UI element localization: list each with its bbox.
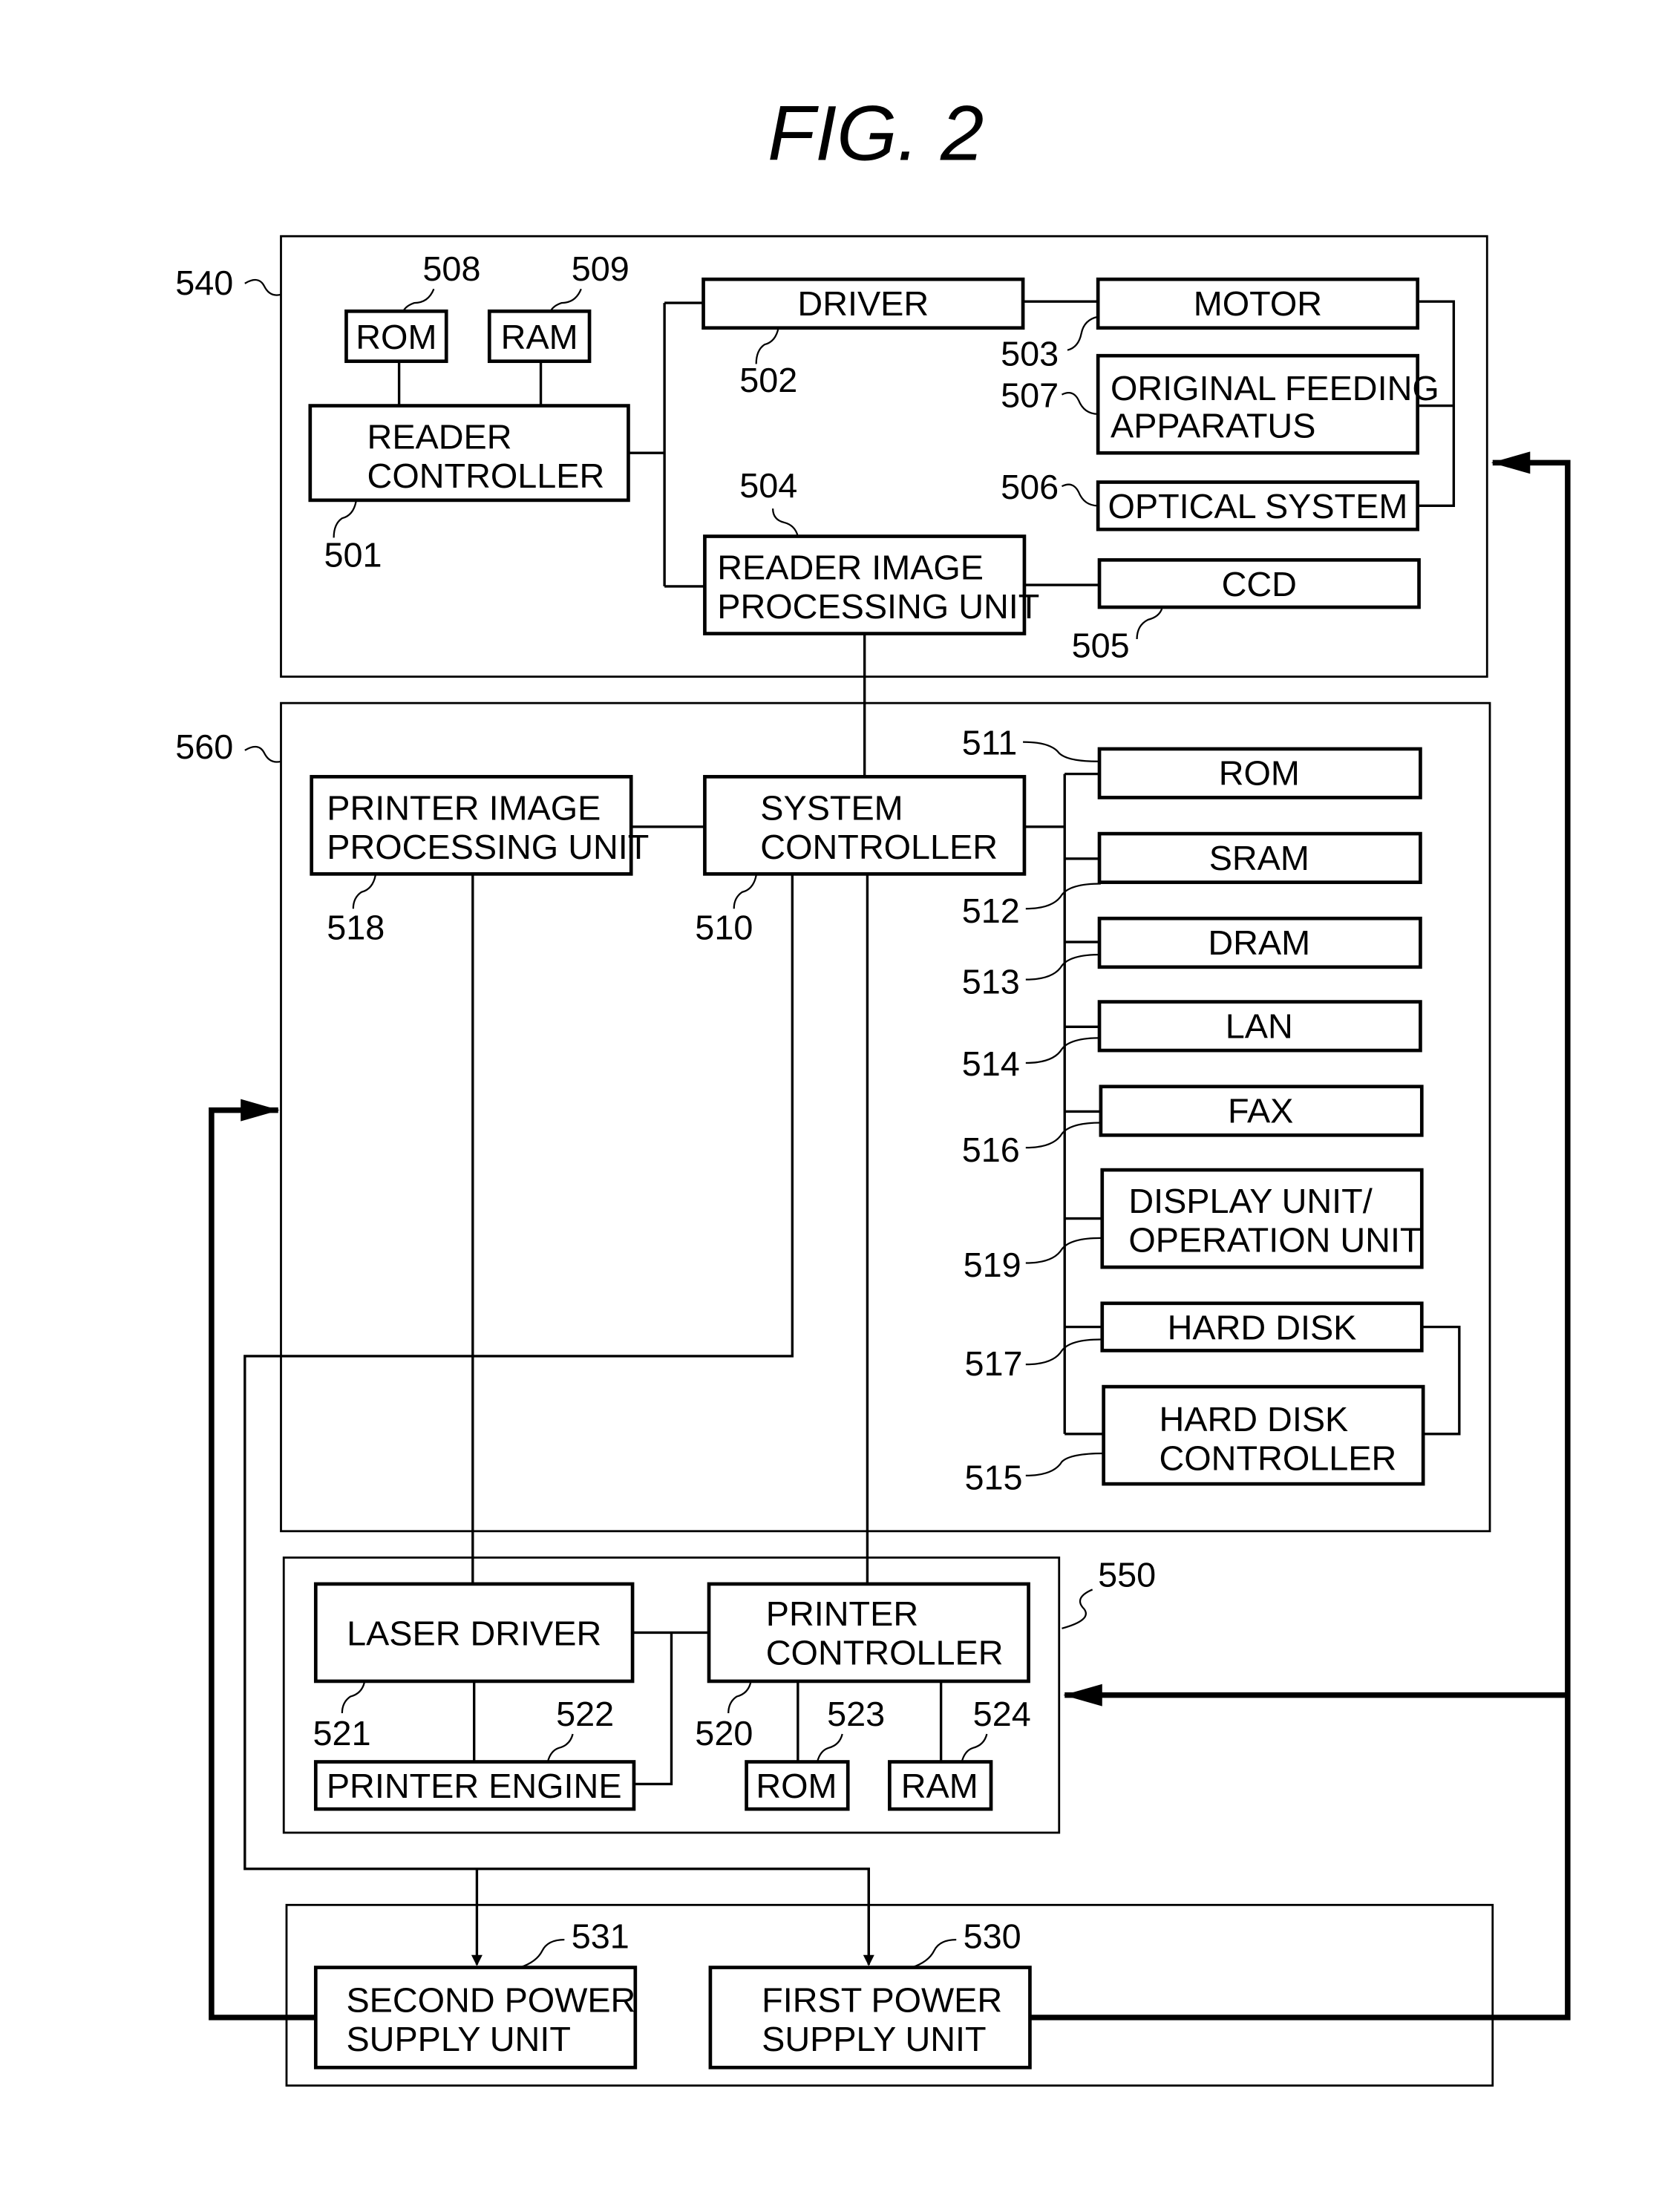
svg-text:516: 516: [962, 1130, 1020, 1169]
svg-text:CCD: CCD: [1222, 565, 1297, 603]
svg-text:PRINTER ENGINE: PRINTER ENGINE: [327, 1767, 622, 1805]
svg-text:530: 530: [964, 1917, 1021, 1955]
svg-text:520: 520: [695, 1714, 753, 1753]
svg-text:DISPLAY UNIT/: DISPLAY UNIT/: [1128, 1182, 1372, 1220]
svg-text:501: 501: [324, 536, 382, 575]
svg-text:ROM: ROM: [756, 1767, 837, 1805]
svg-text:CONTROLLER: CONTROLLER: [1160, 1439, 1397, 1477]
block-sram: SRAM 512: [962, 831, 1422, 930]
svg-text:503: 503: [1001, 334, 1059, 373]
block-diagram: FIG. 2 540 560 550 ROM 508 RAM 509 READE…: [175, 90, 1571, 2087]
svg-text:LAN: LAN: [1226, 1007, 1293, 1045]
leader-540: [244, 278, 281, 296]
svg-text:507: 507: [1001, 376, 1059, 414]
block-dram: DRAM 513: [962, 916, 1422, 1001]
svg-text:HARD DISK: HARD DISK: [1168, 1308, 1357, 1346]
svg-text:SECOND POWER: SECOND POWER: [346, 1980, 635, 2019]
leader-560: [244, 745, 281, 763]
svg-text:510: 510: [695, 908, 753, 946]
svg-text:PROCESSING UNIT: PROCESSING UNIT: [327, 828, 649, 866]
svg-text:512: 512: [962, 891, 1020, 930]
ref-560: 560: [175, 727, 233, 766]
block-rom-523: ROM 523: [745, 1695, 885, 1811]
figure-title: FIG. 2: [768, 90, 984, 177]
block-hard-disk: HARD DISK 517: [964, 1301, 1424, 1383]
block-reader-image-processing-unit: READER IMAGE PROCESSING UNIT 504: [703, 466, 1039, 635]
svg-text:MOTOR: MOTOR: [1194, 284, 1322, 323]
svg-text:SRAM: SRAM: [1209, 839, 1309, 877]
leader-550: [1062, 1588, 1093, 1629]
svg-text:CONTROLLER: CONTROLLER: [766, 1633, 1004, 1672]
svg-text:513: 513: [962, 962, 1020, 1001]
svg-text:ROM: ROM: [1219, 754, 1300, 793]
svg-text:APPARATUS: APPARATUS: [1111, 407, 1315, 445]
block-ram-524: RAM 524: [888, 1695, 1031, 1811]
svg-text:CONTROLLER: CONTROLLER: [367, 457, 605, 495]
svg-text:READER IMAGE: READER IMAGE: [717, 549, 984, 587]
block-original-feeding-apparatus: ORIGINAL FEEDING APPARATUS 507: [1001, 353, 1439, 455]
svg-text:515: 515: [964, 1459, 1022, 1497]
svg-text:PRINTER IMAGE: PRINTER IMAGE: [327, 788, 601, 827]
svg-text:HARD DISK: HARD DISK: [1160, 1400, 1349, 1439]
svg-text:522: 522: [556, 1695, 614, 1733]
block-fax: FAX 516: [962, 1084, 1424, 1169]
svg-text:504: 504: [739, 466, 797, 505]
svg-text:SYSTEM: SYSTEM: [760, 788, 903, 827]
svg-text:ORIGINAL FEEDING: ORIGINAL FEEDING: [1111, 369, 1439, 408]
svg-text:506: 506: [1001, 468, 1059, 506]
svg-text:SUPPLY UNIT: SUPPLY UNIT: [346, 2020, 570, 2058]
block-driver: DRIVER 502: [701, 277, 1025, 399]
svg-text:511: 511: [962, 723, 1018, 762]
svg-text:523: 523: [827, 1695, 885, 1733]
svg-text:OPTICAL SYSTEM: OPTICAL SYSTEM: [1108, 487, 1408, 526]
block-reader-controller: READER CONTROLLER 501: [308, 404, 630, 575]
svg-text:FAX: FAX: [1228, 1091, 1293, 1130]
svg-text:505: 505: [1072, 626, 1130, 664]
svg-text:READER: READER: [367, 418, 512, 457]
ref-540: 540: [175, 264, 233, 302]
svg-text:519: 519: [964, 1246, 1021, 1284]
block-hard-disk-controller: HARD DISK CONTROLLER 515: [964, 1384, 1425, 1497]
block-rom-511: ROM 511: [962, 723, 1422, 799]
block-lan: LAN 514: [962, 1000, 1422, 1083]
svg-text:524: 524: [973, 1695, 1031, 1733]
svg-text:508: 508: [422, 249, 480, 288]
svg-text:CONTROLLER: CONTROLLER: [760, 828, 998, 866]
svg-text:PROCESSING UNIT: PROCESSING UNIT: [717, 587, 1039, 626]
svg-text:RAM: RAM: [501, 318, 578, 356]
svg-text:PRINTER: PRINTER: [766, 1594, 918, 1633]
block-ram-509: RAM 509: [487, 249, 629, 364]
svg-text:517: 517: [964, 1344, 1022, 1383]
svg-text:514: 514: [962, 1044, 1020, 1083]
svg-text:OPERATION UNIT: OPERATION UNIT: [1128, 1221, 1421, 1260]
block-optical-system: OPTICAL SYSTEM 506: [1001, 468, 1420, 531]
svg-text:ROM: ROM: [356, 318, 436, 356]
svg-text:LASER DRIVER: LASER DRIVER: [347, 1614, 601, 1652]
svg-text:531: 531: [572, 1917, 629, 1955]
svg-text:FIRST POWER: FIRST POWER: [762, 1980, 1002, 2019]
svg-text:502: 502: [739, 361, 797, 399]
svg-text:DRIVER: DRIVER: [797, 284, 929, 323]
svg-text:509: 509: [572, 249, 629, 288]
block-printer-image-processing-unit: PRINTER IMAGE PROCESSING UNIT 518: [310, 775, 649, 946]
ref-550: 550: [1098, 1556, 1156, 1594]
svg-text:RAM: RAM: [901, 1767, 978, 1805]
svg-text:521: 521: [313, 1714, 371, 1753]
block-ccd: CCD 505: [1072, 558, 1421, 664]
block-display-operation-unit: DISPLAY UNIT/ OPERATION UNIT 519: [964, 1168, 1424, 1284]
svg-text:DRAM: DRAM: [1208, 923, 1310, 962]
block-rom-508: ROM 508: [344, 249, 480, 364]
block-first-power-supply-unit: FIRST POWER SUPPLY UNIT 530: [708, 1917, 1032, 2069]
svg-text:518: 518: [327, 908, 385, 946]
svg-text:SUPPLY UNIT: SUPPLY UNIT: [762, 2020, 986, 2058]
